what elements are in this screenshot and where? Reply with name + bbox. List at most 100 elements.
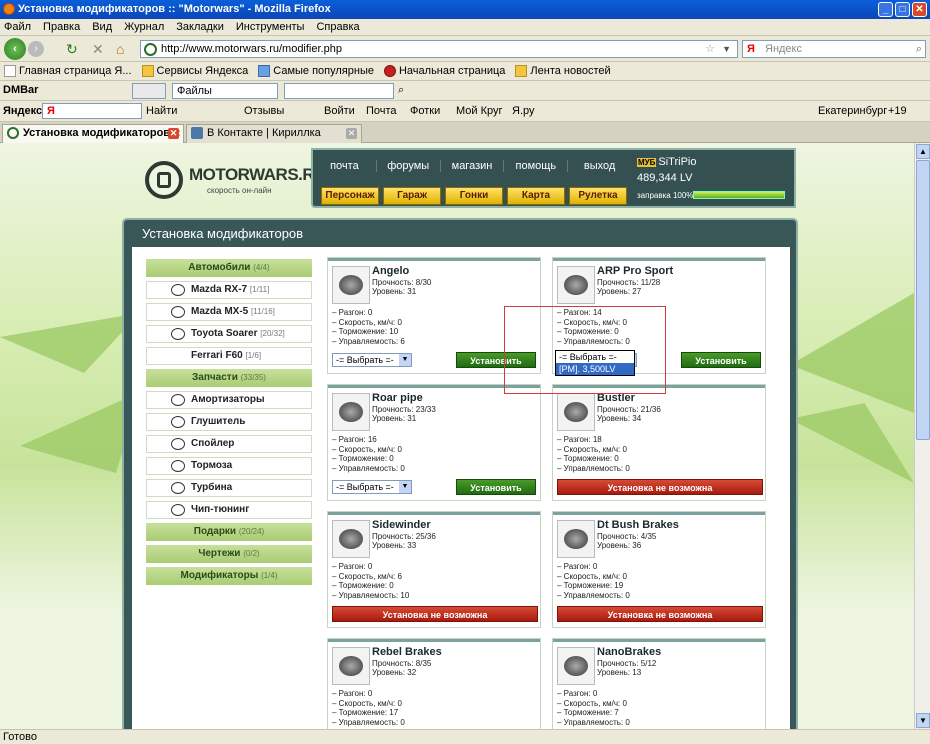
menu-help[interactable]: Справка (316, 19, 359, 35)
city-label[interactable]: Екатеринбург (818, 101, 887, 121)
menu-view[interactable]: Вид (92, 19, 112, 35)
site-logo[interactable]: MOTORWARS.RU скорость он-лайн (145, 161, 326, 201)
tab-modifier[interactable]: Установка модификаторов :: "Mot... ✕ (2, 124, 184, 156)
param-speed: – Скорость, км/ч: 0 (557, 444, 627, 454)
yaru-button[interactable]: Я.ру (512, 101, 535, 121)
menu-garage-button[interactable]: Гараж (383, 187, 441, 205)
menu-edit[interactable]: Правка (43, 19, 80, 35)
sidebar-category-header[interactable]: Запчасти (33/35) (146, 369, 312, 387)
install-button[interactable]: Установить (681, 352, 761, 368)
back-icon[interactable]: ‹ (4, 38, 26, 60)
menu-logout-link[interactable]: выход (568, 160, 631, 172)
sidebar-item[interactable]: Спойлер (146, 435, 312, 453)
minimize-button[interactable]: _ (878, 2, 893, 17)
sidebar-label: Чертежи (198, 548, 241, 559)
sidebar-item[interactable]: Toyota Soarer [20/32] (146, 325, 312, 343)
user-box: МУБ SiTriPio 489,344 LV заправка 100% (627, 148, 796, 208)
scroll-down-icon[interactable]: ▼ (916, 713, 930, 728)
install-impossible-button[interactable]: Установка не возможна (332, 606, 538, 622)
reviews-button[interactable]: Отзывы (244, 101, 284, 121)
mail-button[interactable]: Почта (366, 101, 397, 121)
forward-icon[interactable]: › (28, 41, 44, 57)
menu-mail-link[interactable]: почта (313, 160, 377, 172)
moikrug-button[interactable]: Мой Круг (456, 101, 503, 121)
menu-roulette-button[interactable]: Рулетка (569, 187, 627, 205)
files-select[interactable]: Файлы (172, 83, 278, 99)
dropdown-option[interactable]: -= Выбрать =- (556, 351, 634, 363)
menu-history[interactable]: Журнал (124, 19, 164, 35)
install-impossible-button[interactable]: Установка не возможна (557, 606, 763, 622)
chevron-down-icon[interactable]: ▼ (399, 481, 411, 493)
maximize-button[interactable]: □ (895, 2, 910, 17)
search-input[interactable]: Я Яндекс ⌕ (742, 40, 926, 58)
tab-vkontakte[interactable]: В Контакте | Кириллка Mcgrady ✕ (186, 124, 362, 156)
menu-tools[interactable]: Инструменты (236, 19, 305, 35)
bookmark-item[interactable]: Сервисы Яндекса (141, 62, 248, 80)
search-icon[interactable]: ⌕ (916, 41, 922, 57)
menu-races-button[interactable]: Гонки (445, 187, 503, 205)
menu-help-link[interactable]: помощь (504, 160, 569, 172)
yandex-search-input[interactable]: Я (42, 103, 142, 119)
sidebar-item[interactable]: Mazda RX-7 [1/11] (146, 281, 312, 299)
sidebar-item[interactable]: Чип-тюнинг (146, 501, 312, 519)
menu-shop-link[interactable]: магазин (441, 160, 505, 172)
shock-absorber-icon (171, 394, 185, 406)
login-button[interactable]: Войти (324, 101, 355, 121)
close-tab-icon[interactable]: ✕ (346, 128, 357, 139)
dropdown-arrow-icon[interactable]: ▼ (722, 41, 731, 57)
bookmark-item[interactable]: Самые популярные (258, 62, 374, 80)
sidebar-category-header[interactable]: Подарки (20/24) (146, 523, 312, 541)
menu-file[interactable]: Файл (4, 19, 31, 35)
bookmark-item[interactable]: Начальная страница (383, 62, 505, 80)
sidebar-label: Амортизаторы (191, 394, 265, 405)
find-button[interactable]: Найти (146, 101, 177, 121)
stop-icon[interactable]: ✕ (92, 41, 104, 57)
sidebar-item[interactable]: Тормоза (146, 457, 312, 475)
install-button[interactable]: Установить (456, 352, 536, 368)
url-input[interactable]: http://www.motorwars.ru/modifier.php ☆ ▼ (140, 40, 738, 58)
search-icon[interactable]: ⌕ (398, 84, 404, 97)
car-select[interactable]: -= Выбрать =-▼ (332, 353, 412, 367)
menu-bookmarks[interactable]: Закладки (176, 19, 224, 35)
sidebar-category-header[interactable]: Чертежи (0/2) (146, 545, 312, 563)
install-button[interactable]: Установить (456, 479, 536, 495)
sidebar-label: Запчасти (192, 372, 238, 383)
vertical-scrollbar[interactable]: ▲ ▼ (914, 143, 930, 729)
bookmark-item[interactable]: Лента новостей (515, 62, 611, 80)
close-button[interactable]: ✕ (912, 2, 927, 17)
car-select[interactable]: -= Выбрать =-▼ (332, 480, 412, 494)
menu-map-button[interactable]: Карта (507, 187, 565, 205)
part-name: Roar pipe (372, 392, 423, 404)
sidebar-item[interactable]: Амортизаторы (146, 391, 312, 409)
part-image-icon (564, 656, 588, 676)
user-nick[interactable]: МУБ SiTriPio (637, 156, 697, 168)
sidebar-item[interactable]: Турбина (146, 479, 312, 497)
card-top-bar (553, 639, 765, 642)
part-thumbnail (557, 520, 595, 558)
chevron-down-icon[interactable]: ▼ (399, 354, 411, 366)
yandex-icon: Я (747, 43, 755, 55)
toolbar-button[interactable] (132, 83, 166, 99)
close-tab-icon[interactable]: ✕ (168, 128, 179, 139)
scroll-thumb[interactable] (916, 160, 930, 440)
star-icon[interactable]: ☆ (705, 41, 715, 57)
home-icon[interactable]: ⌂ (116, 41, 124, 57)
toolbar-input[interactable] (284, 83, 394, 99)
sidebar-item[interactable]: Глушитель (146, 413, 312, 431)
sidebar-item[interactable]: Ferrari F60 [1/6] (146, 347, 312, 365)
install-impossible-button[interactable]: Установка не возможна (557, 479, 763, 495)
menu-character-button[interactable]: Персонаж (321, 187, 379, 205)
card-top-bar (328, 258, 540, 261)
menu-forums-link[interactable]: форумы (377, 160, 441, 172)
photos-button[interactable]: Фотки (410, 101, 440, 121)
bookmark-item[interactable]: Главная страница Я... (4, 62, 132, 80)
scroll-up-icon[interactable]: ▲ (916, 144, 930, 159)
sidebar-label: Модификаторы (180, 570, 259, 581)
sidebar-category-header[interactable]: Автомобили (4/4) (146, 259, 312, 277)
dropdown-option-highlighted[interactable]: [PM]. 3,500LV (556, 363, 634, 375)
part-thumbnail (332, 393, 370, 431)
sidebar-category-header[interactable]: Модификаторы (1/4) (146, 567, 312, 585)
sidebar-item[interactable]: Mazda MX-5 [11/16] (146, 303, 312, 321)
reload-icon[interactable]: ↻ (66, 41, 78, 57)
site-favicon-icon (144, 43, 157, 56)
